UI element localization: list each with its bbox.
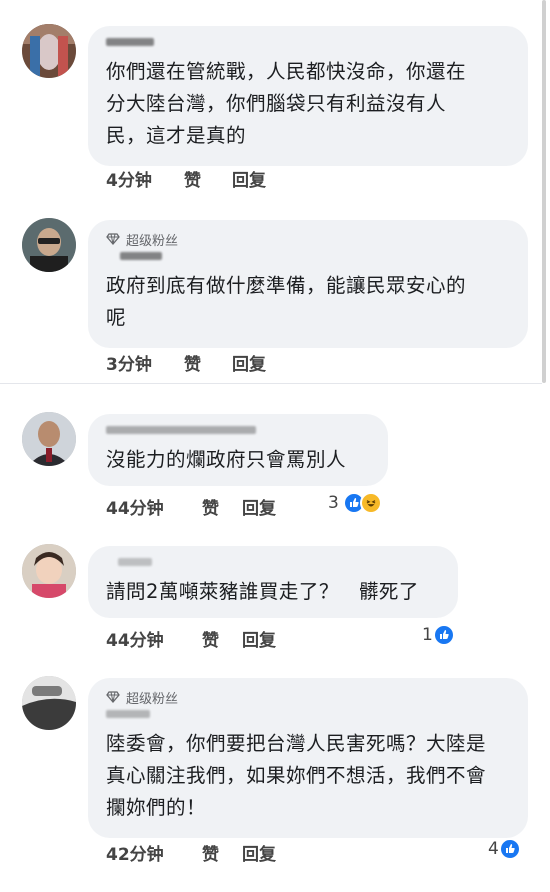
comment-bubble: 沒能力的爛政府只會罵別人 bbox=[88, 414, 388, 486]
reply-button[interactable]: 回复 bbox=[242, 840, 312, 865]
comment-actions: 3分钟 赞 回复 bbox=[106, 350, 302, 375]
comment-text: 沒能力的爛政府只會罵別人 bbox=[106, 448, 347, 471]
fan-badge-label: 超级粉丝 bbox=[126, 233, 179, 249]
thumbs-up-icon bbox=[432, 624, 455, 646]
avatar-image bbox=[22, 676, 76, 730]
comment-bubble: 請問2萬噸萊豬誰買走了？ 髒死了 bbox=[88, 546, 458, 618]
timestamp: 44分钟 bbox=[106, 499, 164, 519]
author-name[interactable] bbox=[106, 708, 510, 722]
author-name[interactable] bbox=[106, 36, 510, 50]
like-button: 赞 bbox=[202, 499, 219, 519]
comment-text: 政府到底有做什麼準備，能讓民眾安心的 呢 bbox=[106, 274, 467, 329]
avatar-image bbox=[22, 218, 76, 272]
avatar[interactable] bbox=[22, 412, 76, 466]
comment-text: 請問2萬噸萊豬誰買走了？ 髒死了 bbox=[106, 580, 419, 603]
timestamp: 3分钟 bbox=[106, 355, 152, 375]
like-button[interactable]: 赞 bbox=[202, 626, 242, 651]
reaction-summary[interactable]: 3 bbox=[328, 492, 382, 514]
thumbs-up-icon bbox=[498, 838, 521, 860]
avatar[interactable] bbox=[22, 24, 76, 78]
timestamp: 42分钟 bbox=[106, 845, 164, 865]
reaction-count: 3 bbox=[328, 493, 339, 513]
like-button[interactable]: 赞 bbox=[184, 350, 232, 375]
reaction-count: 1 bbox=[422, 625, 433, 645]
scroll-indicator[interactable] bbox=[542, 0, 546, 383]
timestamp: 4分钟 bbox=[106, 171, 152, 191]
reply-button[interactable]: 回复 bbox=[242, 494, 312, 519]
avatar[interactable] bbox=[22, 544, 76, 598]
reply-button[interactable]: 回复 bbox=[232, 350, 302, 375]
laughing-face-icon bbox=[359, 492, 382, 514]
reaction-summary[interactable]: 1 bbox=[422, 624, 455, 646]
avatar-image bbox=[22, 544, 76, 598]
reply-button[interactable]: 回复 bbox=[232, 166, 302, 191]
avatar[interactable] bbox=[22, 218, 76, 272]
reply-button[interactable]: 回复 bbox=[242, 626, 312, 651]
comment-actions: 44分钟 赞 回复 bbox=[106, 494, 312, 519]
author-name[interactable] bbox=[106, 424, 370, 438]
comment-actions: 4分钟 赞 回复 bbox=[106, 166, 302, 191]
comment-text: 你們還在管統戰，人民都快沒命，你還在 分大陸台灣，你們腦袋只有利益沒有人 民，這… bbox=[106, 60, 467, 147]
fan-badge: 超级粉丝 bbox=[106, 230, 510, 249]
comment-text: 陸委會，你們要把台灣人民害死嗎？大陸是 真心關注我們，如果妳們不想活，我們不會 … bbox=[106, 732, 487, 819]
comment-actions: 42分钟 赞 回复 bbox=[106, 840, 312, 865]
comment-bubble: 超级粉丝 政府到底有做什麼準備，能讓民眾安心的 呢 bbox=[88, 220, 528, 348]
author-name[interactable] bbox=[106, 250, 510, 264]
divider bbox=[0, 383, 542, 384]
avatar-image bbox=[22, 24, 76, 78]
author-name[interactable] bbox=[106, 556, 440, 570]
reaction-summary[interactable]: 4 bbox=[488, 838, 521, 860]
comment-bubble: 超级粉丝 陸委會，你們要把台灣人民害死嗎？大陸是 真心關注我們，如果妳們不想活，… bbox=[88, 678, 528, 838]
comment-bubble: 你們還在管統戰，人民都快沒命，你還在 分大陸台灣，你們腦袋只有利益沒有人 民，這… bbox=[88, 26, 528, 166]
fan-badge-label: 超级粉丝 bbox=[126, 691, 179, 707]
like-button[interactable]: 赞 bbox=[202, 840, 242, 865]
avatar-image bbox=[22, 412, 76, 466]
diamond-icon bbox=[106, 691, 120, 703]
like-button[interactable]: 赞 bbox=[184, 166, 232, 191]
avatar[interactable] bbox=[22, 676, 76, 730]
comment-actions: 44分钟 赞 回复 bbox=[106, 626, 312, 651]
timestamp: 44分钟 bbox=[106, 631, 164, 651]
diamond-icon bbox=[106, 233, 120, 245]
reaction-count: 4 bbox=[488, 839, 499, 859]
fan-badge: 超级粉丝 bbox=[106, 688, 510, 707]
